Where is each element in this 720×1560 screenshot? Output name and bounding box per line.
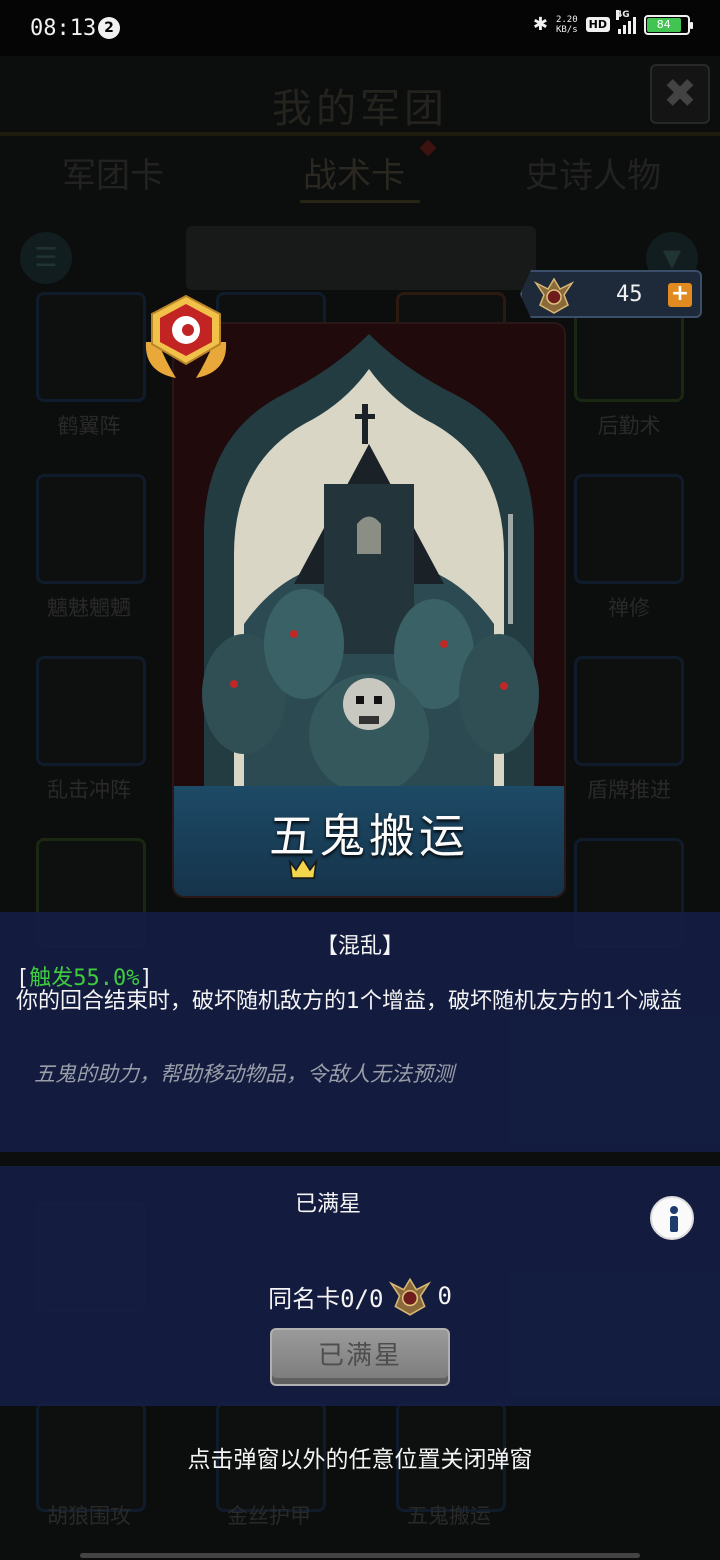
tactic-card: 五鬼搬运 <box>172 322 566 898</box>
upgrade-star-button[interactable]: 已满星 <box>270 1328 450 1386</box>
notification-badge: 2 <box>98 17 120 39</box>
add-medal-button[interactable]: + <box>668 283 692 307</box>
medal-icon <box>533 277 575 314</box>
network-type: 4G <box>616 9 630 20</box>
star-status-title: 已满星 <box>294 1192 361 1217</box>
crown-icon <box>288 857 318 879</box>
net-speed-value: 2.20 <box>555 14 578 25</box>
effect-description: 你的回合结束时，破坏随机敌方的1个增益，破坏随机友方的1个减益 <box>16 989 682 1014</box>
info-icon[interactable] <box>650 1196 694 1240</box>
clock: 08:13 <box>30 16 97 41</box>
hd-icon: HD <box>585 17 610 32</box>
bluetooth-icon: ✱ <box>532 14 548 35</box>
signal-icon: 4G <box>616 9 636 34</box>
duplicate-card-row: 同名卡0/0 0 <box>0 1274 720 1318</box>
medal-cost: 0 <box>437 1282 452 1310</box>
home-indicator[interactable] <box>80 1553 640 1558</box>
card-artwork <box>174 324 564 794</box>
medal-currency: 45 + <box>520 270 702 318</box>
status-bar: 08:13 2 ✱ 2.20 KB/s HD 4G 84 <box>0 0 720 56</box>
card-name: 五鬼搬运 <box>269 809 469 863</box>
network-speed: 2.20 KB/s <box>556 15 578 35</box>
star-panel: 已满星 同名卡0/0 0 已满星 <box>0 1166 720 1406</box>
medal-icon <box>389 1277 432 1316</box>
battery-icon: 84 <box>644 14 693 35</box>
close-hint: 点击弹窗以外的任意位置关闭弹窗 <box>187 1447 533 1473</box>
medal-amount: 45 <box>616 282 643 307</box>
duplicate-card-count: 同名卡0/0 <box>268 1284 384 1313</box>
description-panel: 【混乱】 [触发55.0%] 你的回合结束时，破坏随机敌方的1个增益，破坏随机友… <box>0 912 720 1152</box>
battery-level: 84 <box>647 17 681 32</box>
net-speed-unit: KB/s <box>555 24 578 35</box>
effect-tag: 【混乱】 <box>315 934 404 959</box>
flavor-text: 五鬼的助力，帮助移动物品，令敌人无法预测 <box>34 1062 454 1086</box>
eye-badge-icon <box>145 294 227 378</box>
